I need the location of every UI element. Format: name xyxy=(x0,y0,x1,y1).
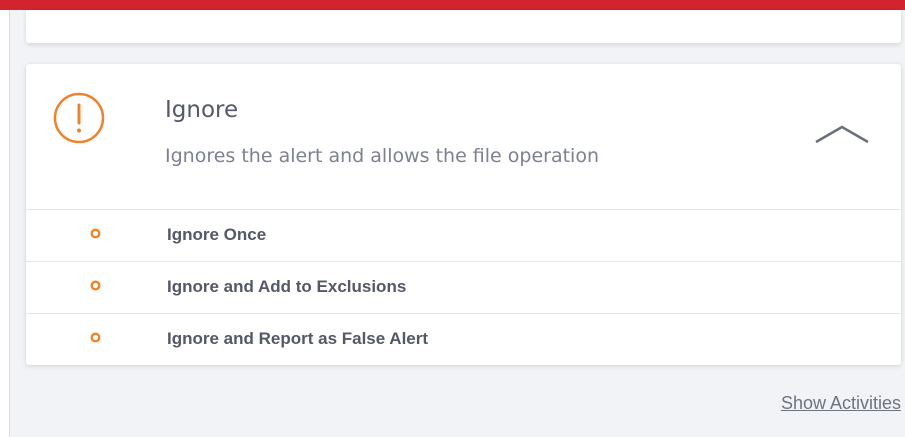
exclamation-circle-icon xyxy=(53,92,105,144)
circle-bullet-icon xyxy=(90,332,101,343)
option-ignore-once[interactable]: Ignore Once xyxy=(26,210,901,262)
card-title: Ignore xyxy=(165,97,239,123)
option-ignore-and-report-as-false-alert[interactable]: Ignore and Report as False Alert xyxy=(26,314,901,365)
previous-action-card xyxy=(26,10,901,43)
ignore-card-header[interactable]: Ignore Ignores the alert and allows the … xyxy=(26,64,901,210)
ignore-action-card: Ignore Ignores the alert and allows the … xyxy=(26,64,901,365)
left-panel-edge xyxy=(0,10,10,437)
option-ignore-and-add-to-exclusions[interactable]: Ignore and Add to Exclusions xyxy=(26,262,901,314)
card-subtitle: Ignores the alert and allows the file op… xyxy=(165,145,599,167)
circle-bullet-icon xyxy=(90,280,101,291)
option-label: Ignore and Report as False Alert xyxy=(167,329,429,348)
circle-bullet-icon xyxy=(90,228,101,239)
show-activities-link[interactable]: Show Activities xyxy=(781,393,901,414)
option-label: Ignore and Add to Exclusions xyxy=(167,277,407,296)
window-top-bar xyxy=(0,0,905,10)
option-label: Ignore Once xyxy=(167,225,267,244)
chevron-up-icon[interactable] xyxy=(814,122,870,146)
